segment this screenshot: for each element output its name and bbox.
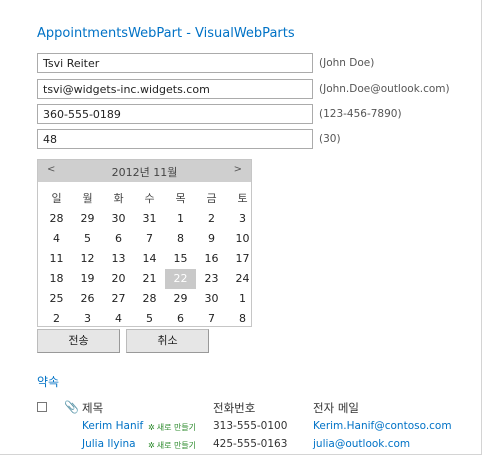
age-input[interactable]: 48 <box>37 129 313 149</box>
appointment-email-link[interactable]: julia@outlook.com <box>313 438 410 450</box>
calendar-day[interactable]: 7 <box>196 309 227 329</box>
calendar-day[interactable]: 12 <box>72 249 103 269</box>
new-badge-label: 새로 만들기 <box>156 441 197 450</box>
calendar-header: < 2012년 11월 > <box>38 160 251 182</box>
appointment-name-link[interactable]: Kerim Hanif <box>82 420 143 432</box>
email-input[interactable]: tsvi@widgets-inc.widgets.com <box>37 79 313 99</box>
phone-input[interactable]: 360-555-0189 <box>37 104 313 124</box>
calendar-day[interactable]: 26 <box>72 289 103 309</box>
weekday-label: 금 <box>206 192 217 205</box>
calendar-day[interactable]: 19 <box>72 269 103 289</box>
calendar-day[interactable]: 13 <box>103 249 134 269</box>
calendar-day[interactable]: 18 <box>41 269 72 289</box>
new-badge: ✲ 새로 만들기 <box>148 440 196 451</box>
calendar-day[interactable]: 7 <box>134 229 165 249</box>
weekday-row: 일월화수목금토 <box>41 189 258 209</box>
column-title[interactable]: 제목 <box>82 400 103 416</box>
appointment-phone: 313-555-0100 <box>213 420 288 432</box>
next-month-button[interactable]: > <box>234 164 242 175</box>
calendar-day[interactable]: 8 <box>165 229 196 249</box>
date-calendar: < 2012년 11월 > 일 월 화 수 목 금 토 28 29 30 31 1 2 3 4 5 6 7 8 9 10… <box>37 159 252 327</box>
calendar-day[interactable]: 5 <box>134 309 165 329</box>
email-hint: (John.Doe@outlook.com) <box>319 83 450 95</box>
calendar-day[interactable]: 16 <box>196 249 227 269</box>
calendar-day[interactable]: 27 <box>103 289 134 309</box>
new-badge: ✲ 새로 만들기 <box>148 422 196 433</box>
cancel-button[interactable]: 취소 <box>126 329 209 353</box>
weekday-label: 화 <box>113 192 124 205</box>
calendar-day[interactable]: 17 <box>227 249 258 269</box>
new-badge-label: 새로 만들기 <box>156 423 197 432</box>
calendar-week: 25 26 27 28 29 30 1 <box>41 289 258 309</box>
calendar-day[interactable]: 21 <box>134 269 165 289</box>
calendar-day[interactable]: 14 <box>134 249 165 269</box>
calendar-day[interactable]: 23 <box>196 269 227 289</box>
calendar-week: 11 12 13 14 15 16 17 <box>41 249 258 269</box>
calendar-day[interactable]: 8 <box>227 309 258 329</box>
weekday-label: 수 <box>144 192 155 205</box>
calendar-month-label: 2012년 11월 <box>111 166 178 179</box>
calendar-day[interactable]: 24 <box>227 269 258 289</box>
calendar-day[interactable]: 1 <box>227 289 258 309</box>
name-input[interactable]: Tsvi Reiter <box>37 53 313 73</box>
weekday-label: 월 <box>82 192 93 205</box>
appointment-email-link[interactable]: Kerim.Hanif@contoso.com <box>313 420 452 432</box>
list-header: 📎 제목 전화번호 전자 메일 <box>37 399 477 417</box>
calendar-week: 2345678 <box>41 309 258 329</box>
calendar-week: 28 29 30 31 1 2 3 <box>41 209 258 229</box>
appointment-phone: 425-555-0163 <box>213 438 288 450</box>
column-phone[interactable]: 전화번호 <box>213 400 255 416</box>
calendar-week: 18 19 20 21 22 23 24 <box>41 269 258 289</box>
calendar-day[interactable]: 28 <box>41 209 72 229</box>
appointments-title[interactable]: 약속 <box>37 373 59 390</box>
calendar-day[interactable]: 29 <box>165 289 196 309</box>
calendar-day[interactable]: 3 <box>227 209 258 229</box>
calendar-day[interactable]: 30 <box>103 209 134 229</box>
calendar-day[interactable]: 3 <box>72 309 103 329</box>
new-star-icon: ✲ <box>148 441 155 450</box>
calendar-day[interactable]: 2 <box>41 309 72 329</box>
calendar-day[interactable]: 4 <box>103 309 134 329</box>
calendar-day[interactable]: 15 <box>165 249 196 269</box>
calendar-day[interactable]: 20 <box>103 269 134 289</box>
calendar-day[interactable]: 5 <box>72 229 103 249</box>
column-email[interactable]: 전자 메일 <box>313 400 359 416</box>
weekday-label: 일 <box>51 192 62 205</box>
calendar-grid: 일 월 화 수 목 금 토 28 29 30 31 1 2 3 4 5 6 7 8 9 10 11 12 13 14 15 16 17… <box>41 189 258 329</box>
calendar-day[interactable]: 1 <box>165 209 196 229</box>
age-hint: (30) <box>319 133 341 145</box>
weekday-label: 토 <box>237 192 248 205</box>
calendar-day[interactable]: 6 <box>165 309 196 329</box>
attachment-icon: 📎 <box>64 400 79 414</box>
select-all-checkbox[interactable] <box>37 402 47 412</box>
phone-hint: (123-456-7890) <box>319 108 402 120</box>
calendar-day[interactable]: 11 <box>41 249 72 269</box>
name-hint: (John Doe) <box>319 57 375 69</box>
list-item: Julia Ilyina ✲ 새로 만들기 425-555-0163 julia@… <box>37 438 477 456</box>
calendar-day[interactable]: 25 <box>41 289 72 309</box>
calendar-day[interactable]: 2 <box>196 209 227 229</box>
calendar-day[interactable]: 9 <box>196 229 227 249</box>
calendar-day[interactable]: 29 <box>72 209 103 229</box>
weekday-label: 목 <box>175 192 186 205</box>
list-item: Kerim Hanif ✲ 새로 만들기 313-555-0100 Kerim.H… <box>37 420 477 438</box>
new-star-icon: ✲ <box>148 423 155 432</box>
appointment-name-link[interactable]: Julia Ilyina <box>82 438 136 450</box>
webpart-title[interactable]: AppointmentsWebPart - VisualWebParts <box>37 26 295 41</box>
calendar-day-selected[interactable]: 22 <box>165 269 196 289</box>
calendar-week: 4 5 6 7 8 9 10 <box>41 229 258 249</box>
submit-button[interactable]: 전송 <box>37 329 120 353</box>
calendar-day[interactable]: 31 <box>134 209 165 229</box>
calendar-day[interactable]: 28 <box>134 289 165 309</box>
calendar-day[interactable]: 6 <box>103 229 134 249</box>
calendar-day[interactable]: 30 <box>196 289 227 309</box>
calendar-day[interactable]: 10 <box>227 229 258 249</box>
calendar-day[interactable]: 4 <box>41 229 72 249</box>
